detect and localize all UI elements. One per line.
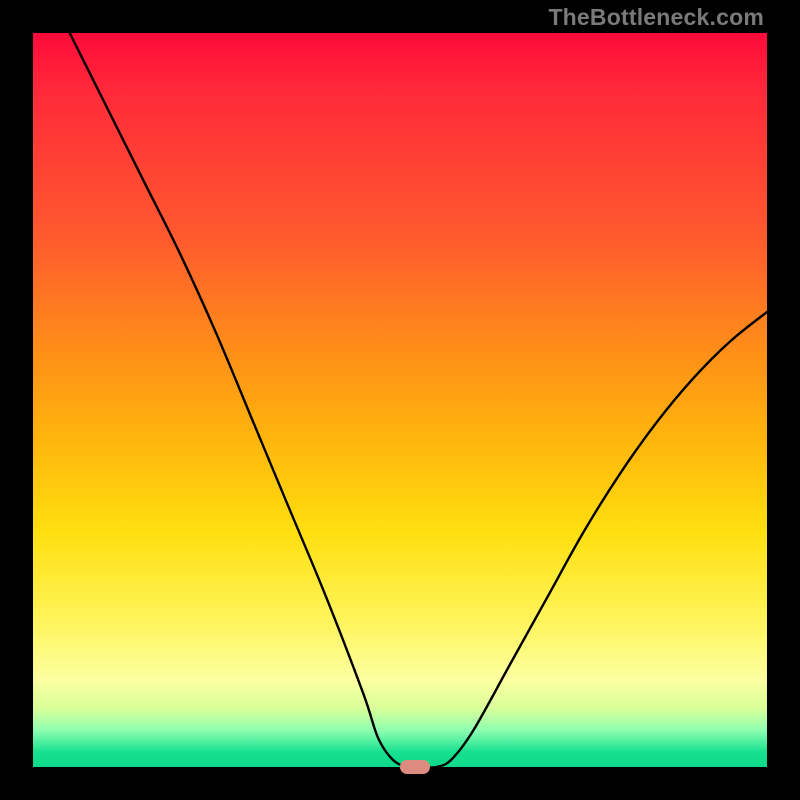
plot-area	[33, 33, 767, 767]
chart-frame: TheBottleneck.com	[0, 0, 800, 800]
watermark-text: TheBottleneck.com	[548, 4, 764, 31]
curve-layer	[33, 33, 767, 767]
optimum-marker	[400, 760, 430, 774]
bottleneck-curve	[70, 33, 767, 767]
